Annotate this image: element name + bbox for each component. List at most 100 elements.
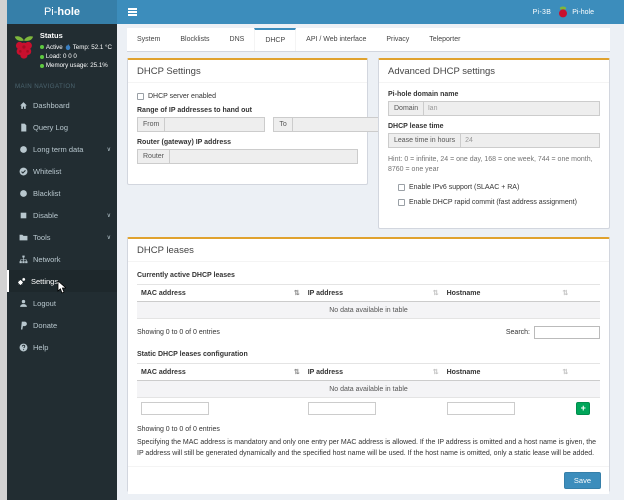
sidebar-item-donate[interactable]: Donate [7,314,117,336]
empty-table-message: No data available in table [137,301,600,319]
hostname-label: Pi-3B [532,8,552,16]
static-ip-input[interactable] [307,402,376,415]
col-mac-address[interactable]: MAC address ⇅ [137,363,304,381]
static-hostname-input[interactable] [446,402,515,415]
col-hostname[interactable]: Hostname ⇅ [442,363,573,381]
domain-input [423,101,600,116]
sidebar-item-long-term-data[interactable]: Long term data ∨ [7,138,117,160]
sidebar-item-blacklist[interactable]: Blacklist [7,182,117,204]
domain-label: Pi-hole domain name [388,91,459,98]
clock-icon [18,144,28,154]
paypal-icon [18,320,28,330]
showing-entries-label: Showing 0 to 0 of 0 entries [137,329,220,336]
sidebar-item-whitelist[interactable]: Whitelist [7,160,117,182]
panel-title: Advanced DHCP settings [379,60,609,83]
raspberry-logo [14,36,34,59]
sidebar-item-label: Disable [33,210,59,220]
add-static-lease-button[interactable]: + [576,402,591,415]
search-input[interactable] [534,326,600,339]
sidebar-item-label: Dashboard [33,100,70,110]
sidebar-item-settings[interactable]: Settings [7,270,117,292]
sidebar-item-label: Donate [33,320,58,330]
static-lease-note: Specifying the MAC address is mandatory … [137,439,596,457]
temperature-fire-icon [65,43,70,51]
static-mac-input[interactable] [141,402,209,415]
chevron-down-icon: ∨ [106,146,111,153]
tab-dns[interactable]: DNS [220,28,255,51]
file-icon [18,122,28,132]
screen: Pi-hole Pi-3B Pi-hole Status Active Temp… [0,0,624,500]
sort-icon: ⇅ [562,369,569,376]
dhcp-enabled-checkbox[interactable] [137,93,144,100]
sidebar-toggle-icon[interactable] [117,0,147,24]
sidebar-item-label: Blacklist [33,188,61,198]
home-icon [18,100,28,110]
sitemap-icon [18,254,28,264]
sidebar-item-query-log[interactable]: Query Log [7,116,117,138]
session-label: Pi-hole [572,8,594,16]
sidebar-item-label: Whitelist [33,166,62,176]
sidebar-item-logout[interactable]: Logout [7,292,117,314]
sidebar-item-help[interactable]: Help [7,336,117,358]
lease-addon: Lease time in hours [388,133,461,148]
pihole-app: Pi-hole Pi-3B Pi-hole Status Active Temp… [7,0,624,500]
chevron-down-icon: ∨ [106,234,111,241]
status-ok-icon [39,54,44,59]
sort-icon: ⇅ [562,290,569,297]
tab-privacy[interactable]: Privacy [376,28,419,51]
top-navbar: Pi-hole Pi-3B Pi-hole [7,0,624,24]
window-edge [0,0,7,500]
session-link[interactable]: Pi-hole [558,6,594,18]
ipv6-label: Enable IPv6 support (SLAAC + RA) [409,184,520,192]
ipv6-checkbox[interactable] [398,184,405,192]
status-line-active: Active Temp: 52.1 °C [39,43,112,51]
status-ok-icon [39,45,44,49]
tab-teleporter[interactable]: Teleporter [419,28,470,51]
main-content: System Blocklists DNS DHCP API / Web int… [117,24,624,500]
sidebar-item-label: Help [33,342,49,352]
status-load-label: Load: 0 0 0 [45,53,77,60]
active-leases-table: MAC address ⇅ IP address ⇅ Hostname ⇅ No da… [137,284,600,319]
sidebar-item-dashboard[interactable]: Dashboard [7,94,117,116]
nav-section-label: MAIN NAVIGATION [15,83,76,90]
col-actions [572,284,600,302]
status-line-memory: Memory usage: 25.1% [39,62,112,69]
range-label: Range of IP addresses to hand out [137,107,253,114]
sidebar: Status Active Temp: 52.1 °C Load: 0 0 0 [7,24,117,500]
dhcp-settings-panel: DHCP Settings DHCP server enabled Range … [127,58,393,185]
tab-blocklists[interactable]: Blocklists [170,28,219,51]
rapid-commit-checkbox[interactable] [398,199,405,207]
status-title: Status [39,31,63,40]
sidebar-item-label: Tools [33,232,51,242]
col-ip-address[interactable]: IP address ⇅ [303,363,443,381]
showing-entries-label: Showing 0 to 0 of 0 entries [137,426,220,433]
sidebar-item-label: Settings [31,276,59,286]
sidebar-item-label: Long term data [33,144,84,154]
router-addon: Router [137,149,170,164]
tab-system[interactable]: System [127,28,170,51]
sidebar-item-disable[interactable]: Disable ∨ [7,204,117,226]
check-circle-icon [18,166,28,176]
static-leases-table: MAC address ⇅ IP address ⇅ Hostname ⇅ No da… [137,363,600,420]
sort-icon: ⇅ [432,290,439,297]
chevron-down-icon: ∨ [106,212,111,219]
navbar-right: Pi-3B Pi-hole [533,6,624,18]
gears-icon [16,276,26,286]
sidebar-menu: Dashboard Query Log Long term data ∨ Whi… [7,94,117,358]
domain-addon: Domain [388,101,424,116]
tab-api-web[interactable]: API / Web interface [296,28,376,51]
col-hostname[interactable]: Hostname ⇅ [442,284,573,302]
raspberry-mini-icon [559,6,568,18]
sidebar-item-tools[interactable]: Tools ∨ [7,226,117,248]
active-leases-title: Currently active DHCP leases [137,272,235,279]
sidebar-item-network[interactable]: Network [7,248,117,270]
col-ip-address[interactable]: IP address ⇅ [303,284,443,302]
from-addon: From [137,117,165,132]
tab-dhcp[interactable]: DHCP [254,28,297,51]
panel-title: DHCP leases [128,239,609,262]
brand-logo[interactable]: Pi-hole [7,0,117,24]
static-leases-title: Static DHCP leases configuration [137,351,248,358]
col-mac-address[interactable]: MAC address ⇅ [137,284,304,302]
save-button[interactable]: Save [563,472,601,489]
brand-text-light: Pi- [43,6,58,18]
